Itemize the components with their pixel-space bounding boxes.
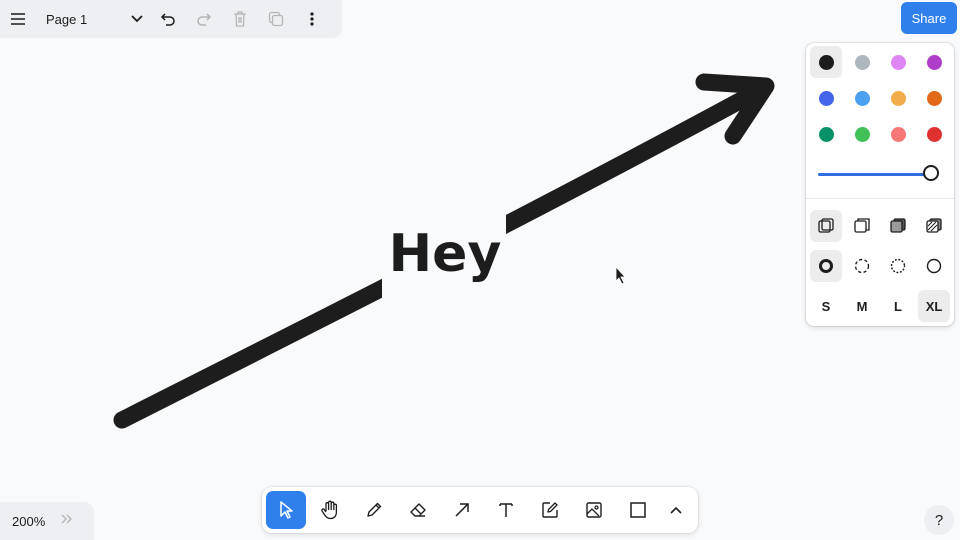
dash-draw-icon xyxy=(819,259,833,273)
size-xl-button[interactable]: XL xyxy=(918,290,950,322)
color-light-violet[interactable] xyxy=(882,46,914,78)
chevron-up-icon xyxy=(670,506,682,514)
hand-tool-icon xyxy=(321,500,338,520)
color-violet[interactable] xyxy=(918,46,950,78)
fill-none-button[interactable] xyxy=(810,210,842,242)
fill-pattern-icon xyxy=(926,218,942,233)
more-actions-button[interactable] xyxy=(294,1,330,37)
text-tool-icon xyxy=(499,503,513,517)
page-menu-button[interactable] xyxy=(124,1,150,37)
color-light-red[interactable] xyxy=(882,118,914,150)
minimap-toggle-button[interactable] xyxy=(60,512,74,530)
fill-solid-icon xyxy=(890,218,906,233)
size-s-label: S xyxy=(821,298,831,314)
color-yellow[interactable] xyxy=(882,82,914,114)
select-tool-button[interactable] xyxy=(266,491,306,529)
opacity-slider-thumb[interactable] xyxy=(923,165,939,181)
top-menu-bar: Page 1 xyxy=(0,0,342,38)
color-orange[interactable] xyxy=(918,82,950,114)
share-button[interactable]: Share xyxy=(901,2,957,34)
size-m-button[interactable]: M xyxy=(846,290,878,322)
draw-tool-button[interactable] xyxy=(354,491,394,529)
delete-button[interactable] xyxy=(222,1,258,37)
note-tool-icon xyxy=(542,502,558,518)
main-menu-button[interactable] xyxy=(0,1,36,37)
image-tool-icon xyxy=(586,502,602,518)
color-blue[interactable] xyxy=(810,82,842,114)
select-tool-icon xyxy=(280,501,293,519)
help-button[interactable]: ? xyxy=(924,505,954,535)
zoom-panel: 200% xyxy=(0,502,94,540)
hamburger-icon xyxy=(11,13,25,25)
color-green[interactable] xyxy=(810,118,842,150)
duplicate-icon xyxy=(268,11,284,27)
undo-icon xyxy=(160,13,175,26)
text-tool-button[interactable] xyxy=(486,491,526,529)
rectangle-tool-icon xyxy=(630,502,646,518)
color-grey[interactable] xyxy=(846,46,878,78)
color-light-green[interactable] xyxy=(846,118,878,150)
color-black[interactable] xyxy=(810,46,842,78)
redo-icon xyxy=(197,13,212,26)
fill-semi-button[interactable] xyxy=(846,210,878,242)
size-l-label: L xyxy=(894,298,902,314)
page-name[interactable]: Page 1 xyxy=(46,12,124,27)
dash-solid-button[interactable] xyxy=(918,250,950,282)
dash-solid-icon xyxy=(926,258,942,274)
image-tool-button[interactable] xyxy=(574,491,614,529)
bottom-toolbar xyxy=(262,487,698,533)
panel-divider xyxy=(806,198,954,199)
dash-dotted-button[interactable] xyxy=(882,250,914,282)
color-red[interactable] xyxy=(918,118,950,150)
chevron-down-icon xyxy=(131,15,143,23)
size-m-label: M xyxy=(856,298,868,314)
dash-draw-button[interactable] xyxy=(810,250,842,282)
hand-tool-button[interactable] xyxy=(310,491,350,529)
fill-none-icon xyxy=(818,218,834,233)
more-vertical-icon xyxy=(310,12,314,26)
more-tools-button[interactable] xyxy=(658,491,694,529)
fill-semi-icon xyxy=(854,218,870,233)
mouse-cursor-icon xyxy=(615,265,626,285)
undo-button[interactable] xyxy=(150,1,186,37)
eraser-tool-button[interactable] xyxy=(398,491,438,529)
trash-icon xyxy=(234,11,246,27)
dash-dotted-icon xyxy=(890,258,906,274)
color-light-blue[interactable] xyxy=(846,82,878,114)
opacity-slider-track[interactable] xyxy=(818,173,932,176)
style-panel: S M L XL xyxy=(806,43,954,326)
duplicate-button[interactable] xyxy=(258,1,294,37)
size-s-button[interactable]: S xyxy=(810,290,842,322)
note-tool-button[interactable] xyxy=(530,491,570,529)
size-l-button[interactable]: L xyxy=(882,290,914,322)
size-xl-label: XL xyxy=(925,298,943,314)
eraser-tool-icon xyxy=(410,503,426,517)
zoom-level[interactable]: 200% xyxy=(12,514,60,529)
draw-tool-icon xyxy=(367,502,382,517)
text-shape[interactable]: Hey xyxy=(385,212,505,296)
arrow-tool-button[interactable] xyxy=(442,491,482,529)
fill-solid-button[interactable] xyxy=(882,210,914,242)
redo-button[interactable] xyxy=(186,1,222,37)
dash-dashed-button[interactable] xyxy=(846,250,878,282)
chevrons-right-icon xyxy=(61,514,72,524)
dash-dashed-icon xyxy=(854,258,870,274)
fill-pattern-button[interactable] xyxy=(918,210,950,242)
rectangle-tool-button[interactable] xyxy=(618,491,658,529)
arrow-tool-icon xyxy=(455,503,469,517)
